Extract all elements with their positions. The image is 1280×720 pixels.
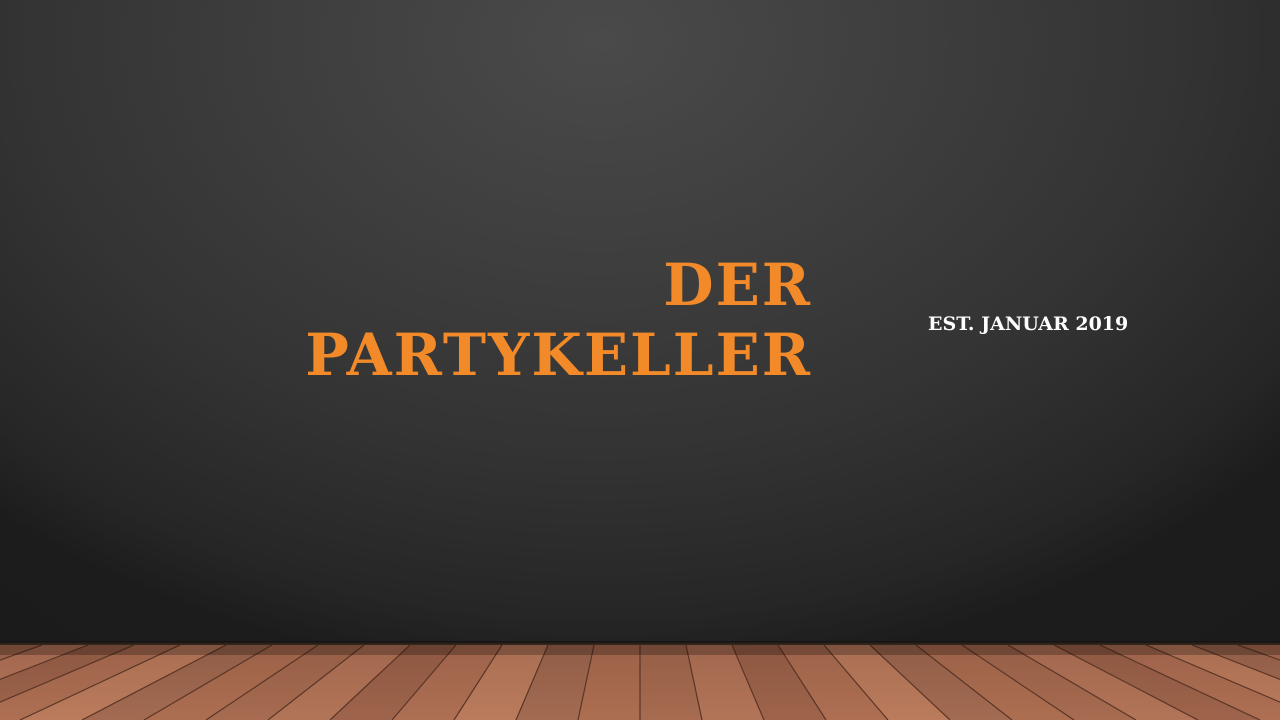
- slide-title: DER PARTYKELLER: [200, 250, 812, 390]
- title-line-2: PARTYKELLER: [305, 321, 812, 389]
- wooden-floor: [0, 645, 1280, 720]
- slide-subtitle: EST. JANUAR 2019: [928, 313, 1129, 335]
- title-line-1: DER: [663, 251, 812, 319]
- title-slide: DER PARTYKELLER EST. JANUAR 2019: [0, 0, 1280, 720]
- floor-shadow: [0, 645, 1280, 655]
